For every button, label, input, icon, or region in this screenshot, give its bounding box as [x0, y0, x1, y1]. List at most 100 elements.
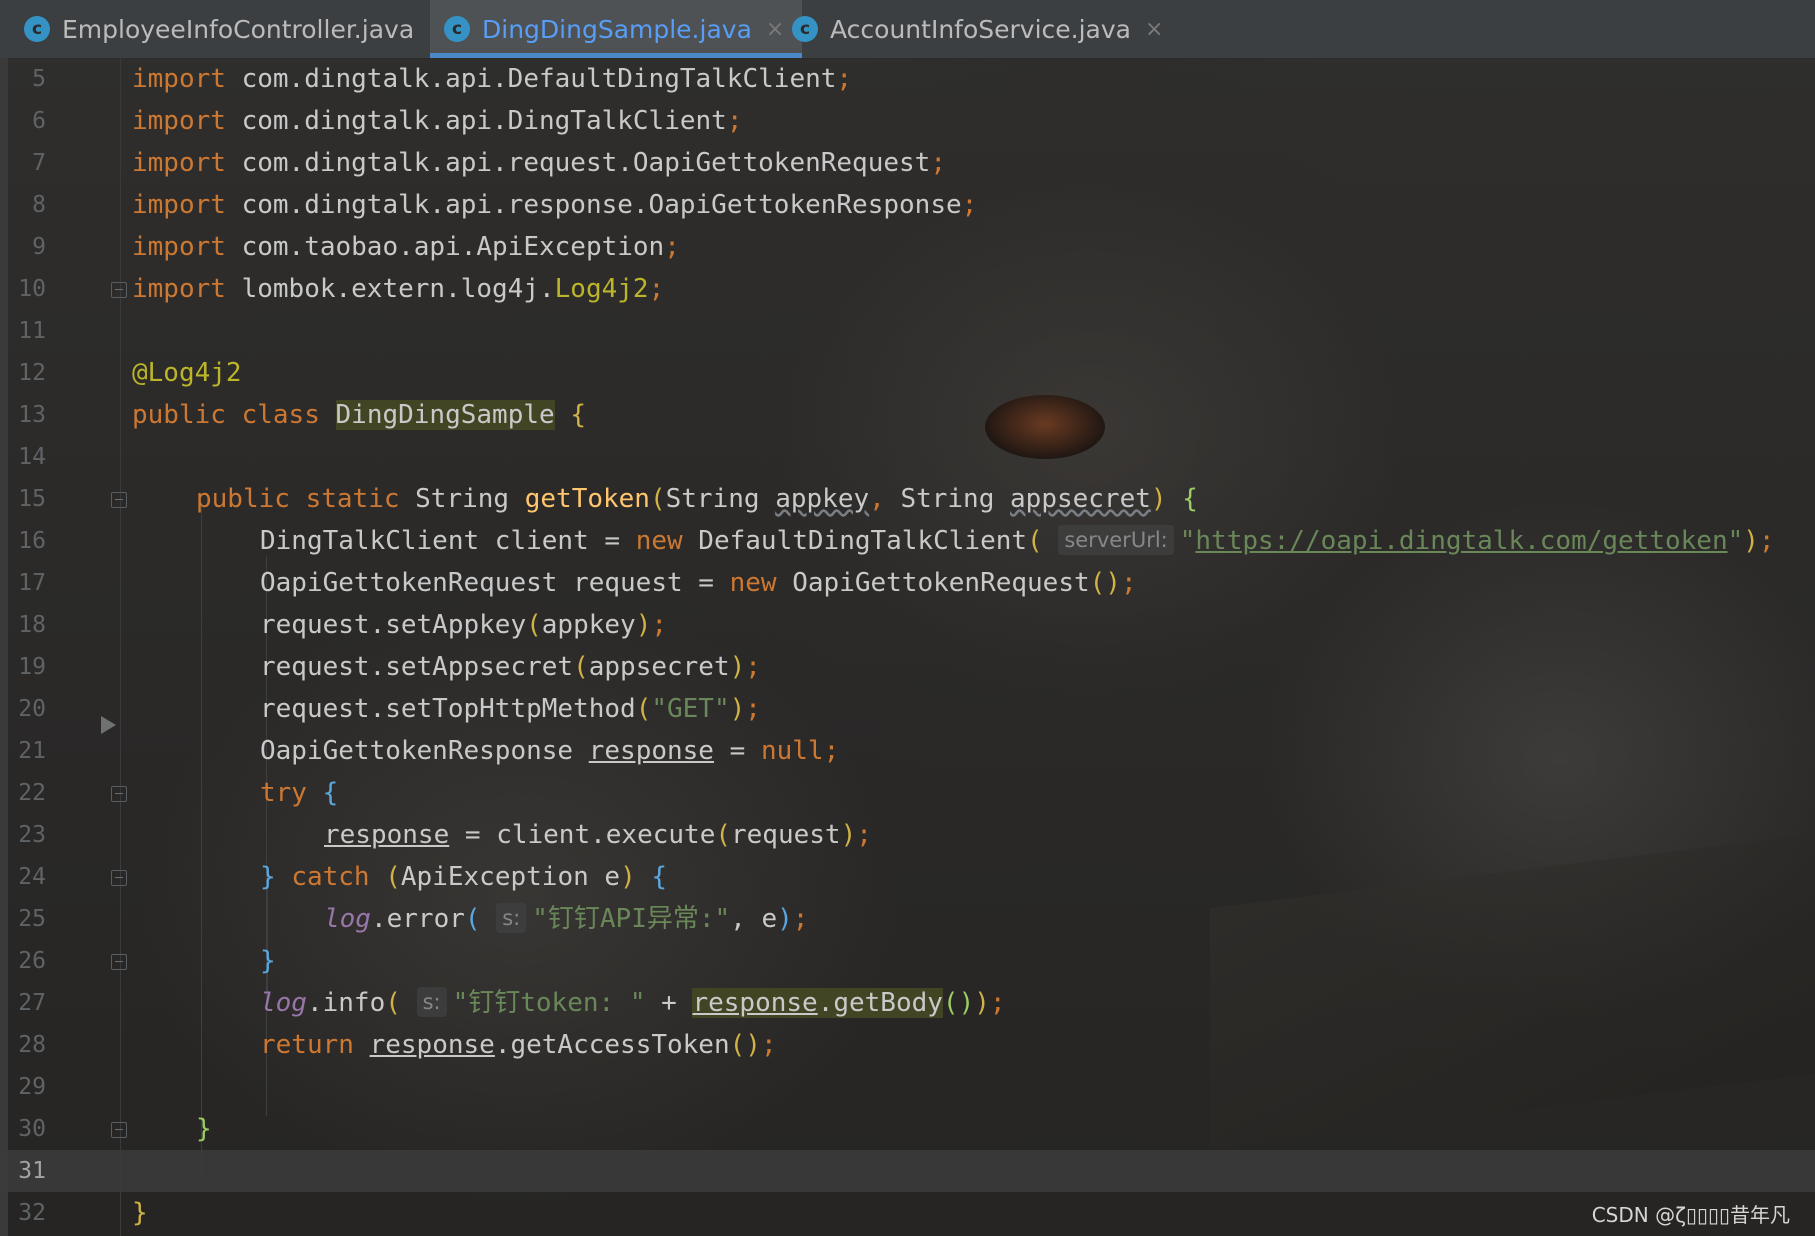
code-line: 6 import com.dingtalk.api.DingTalkClient… [0, 100, 1815, 142]
line-code: import com.dingtalk.api.response.OapiGet… [132, 184, 977, 226]
code-line: 23 response = client.execute(request); [0, 814, 1815, 856]
line-code: } catch (ApiException e) { [260, 862, 668, 892]
code-editor[interactable]: 5 import com.dingtalk.api.DefaultDingTal… [0, 58, 1815, 1236]
run-gutter-icon[interactable] [101, 716, 116, 734]
tab-accountinfoservice[interactable]: c AccountInfoService.java × [792, 0, 1163, 58]
url-link[interactable]: https://oapi.dingtalk.com/gettoken [1195, 526, 1727, 556]
line-code: return response.getAccessToken(); [260, 1030, 777, 1060]
code-line: 17 OapiGettokenRequest request = new Oap… [0, 562, 1815, 604]
token: com.dingtalk.api.response.OapiGettokenRe… [225, 190, 962, 220]
token: { [570, 400, 586, 430]
token: ; [930, 148, 946, 178]
editor-tab-bar: c EmployeeInfoController.java × c DingDi… [0, 0, 1815, 59]
code-line-current[interactable]: 31 [0, 1150, 1815, 1192]
token: request.setTopHttpMethod [260, 694, 636, 724]
line-number: 11 [18, 318, 46, 344]
token: com.dingtalk.api.DefaultDingTalkClient [225, 64, 837, 94]
variable: response [588, 736, 714, 766]
tab-dingdingsample[interactable]: c DingDingSample.java × [430, 0, 803, 58]
token: { [651, 862, 668, 892]
keyword: import [132, 232, 226, 262]
token: ; [760, 1030, 777, 1060]
code-line: 5 import com.dingtalk.api.DefaultDingTal… [0, 58, 1815, 100]
tab-label: DingDingSample.java [482, 14, 752, 44]
line-code: OapiGettokenResponse response = null; [260, 730, 839, 772]
keyword: import [132, 148, 226, 178]
fold-icon[interactable] [111, 282, 127, 298]
line-code: response = client.execute(request); [324, 820, 872, 850]
token: ; [792, 904, 809, 934]
fold-icon[interactable] [111, 954, 127, 970]
token: + [645, 988, 693, 1018]
line-number: 25 [18, 906, 46, 932]
line-code: import com.dingtalk.api.DingTalkClient; [132, 100, 742, 142]
line-code: import lombok.extern.log4j.Log4j2; [132, 268, 664, 310]
code-line: 10 import lombok.extern.log4j.Log4j2; [0, 268, 1815, 310]
token: String [900, 484, 995, 514]
token: , [869, 484, 901, 514]
code-line: 24 } catch (ApiException e) { [0, 856, 1815, 898]
token: { [322, 778, 339, 808]
code-line: 25 log.error( s: "钉钉API异常:", e); [0, 898, 1815, 940]
line-number: 32 [18, 1200, 46, 1226]
token: DefaultDingTalkClient [682, 526, 1028, 556]
token: .getAccessToken [494, 1030, 730, 1060]
token: .error [370, 904, 465, 934]
code-line: 19 request.setAppsecret(appsecret); [0, 646, 1815, 688]
code-line: 21 OapiGettokenResponse response = null; [0, 730, 1815, 772]
line-number: 14 [18, 444, 46, 470]
line-code: try { [260, 772, 338, 814]
line-number: 27 [18, 990, 46, 1016]
token: ; [726, 106, 743, 136]
fold-icon[interactable] [111, 492, 127, 508]
token: appsecret [588, 652, 730, 682]
class-name: DingDingSample [335, 400, 555, 430]
variable: response [692, 988, 818, 1018]
line-number: 12 [18, 360, 46, 386]
keyword: import [132, 106, 226, 136]
class-icon: c [24, 16, 50, 42]
token: OapiGettokenRequest [776, 568, 1090, 598]
token: } [260, 862, 276, 892]
line-number: 24 [18, 864, 46, 890]
fold-icon[interactable] [111, 1122, 127, 1138]
token: ; [745, 652, 761, 682]
token: ; [836, 64, 853, 94]
code-line: 27 log.info( s: "钉钉token: " + response.ge… [0, 982, 1815, 1024]
keyword: public [196, 484, 290, 514]
line-number: 22 [18, 780, 46, 806]
line-number: 9 [32, 234, 46, 260]
token: appkey [775, 484, 870, 514]
log-field: log [324, 904, 371, 934]
code-line: 32 } [0, 1192, 1815, 1234]
close-icon[interactable]: × [1145, 17, 1163, 42]
watermark: CSDN @ζ▯▯▯▯昔年凡 [1591, 1203, 1790, 1227]
token: = [713, 736, 761, 766]
tab-employeeinfocontroller[interactable]: c EmployeeInfoController.java × [24, 0, 447, 58]
fold-icon[interactable] [111, 786, 127, 802]
keyword: import [132, 64, 226, 94]
line-code: request.setAppkey(appkey); [260, 610, 667, 640]
keyword: return [260, 1030, 354, 1060]
line-number: 13 [18, 402, 46, 428]
line-code: OapiGettokenRequest request = new OapiGe… [260, 568, 1137, 598]
token: request.setAppkey [260, 610, 527, 640]
line-number: 26 [18, 948, 46, 974]
tab-label: EmployeeInfoController.java [62, 14, 415, 44]
closing-brace: } [132, 1198, 148, 1228]
token: ; [664, 232, 680, 262]
parameter-hint: s: [496, 903, 527, 933]
token: .info [306, 988, 386, 1018]
parameter-hint: serverUrl: [1058, 525, 1174, 555]
fold-icon[interactable] [111, 870, 127, 886]
close-icon[interactable]: × [766, 17, 784, 42]
class-icon: c [444, 16, 470, 42]
annotation: @Log4j2 [132, 358, 242, 388]
token: OapiGettokenResponse [260, 736, 589, 766]
token: { [1182, 484, 1198, 514]
line-number: 28 [18, 1032, 46, 1058]
keyword: null [760, 736, 824, 766]
token: lombok.extern.log4j. [225, 274, 555, 304]
code-line: 14 [0, 436, 1815, 478]
code-line: 13 public class DingDingSample { [0, 394, 1815, 436]
